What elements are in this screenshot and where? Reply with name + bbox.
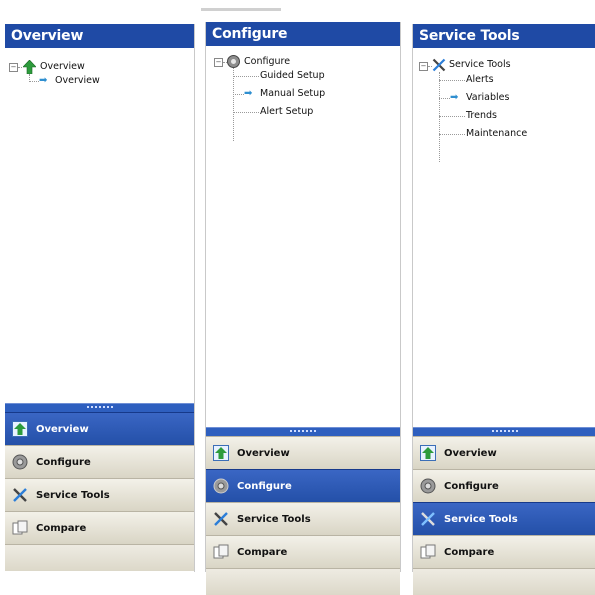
tree-connector	[439, 98, 450, 99]
nav-label: Overview	[237, 447, 290, 459]
nav-label: Service Tools	[237, 513, 311, 525]
tree-connector	[439, 116, 465, 117]
service-tools-icon	[11, 486, 29, 504]
nav-button-service-tools[interactable]: Service Tools	[206, 502, 400, 535]
nav-overflow-bar	[5, 544, 194, 571]
configure-icon	[419, 477, 437, 495]
nav-overflow-bar	[206, 568, 400, 595]
nav-label: Overview	[36, 423, 89, 435]
grip-icon	[491, 430, 518, 432]
tree-connector	[233, 94, 244, 95]
tree-item-alerts[interactable]: Alerts	[466, 74, 494, 86]
nav-label: Configure	[237, 480, 292, 492]
tree-connector	[29, 81, 39, 82]
nav-label: Configure	[36, 456, 91, 468]
tree-connector	[439, 72, 440, 162]
nav-label: Overview	[444, 447, 497, 459]
nav-button-overview[interactable]: Overview	[5, 412, 194, 445]
selected-arrow-icon: ➡	[39, 75, 48, 86]
nav-button-service-tools[interactable]: Service Tools	[5, 478, 194, 511]
collapse-toggle[interactable]: −	[214, 58, 223, 67]
tree-root-overview[interactable]: Overview	[40, 61, 85, 73]
splitter-handle[interactable]	[5, 403, 194, 412]
nav-button-overview[interactable]: Overview	[206, 436, 400, 469]
service-tools-icon	[212, 510, 230, 528]
nav-button-configure[interactable]: Configure	[206, 469, 400, 502]
tree-item-guided-setup[interactable]: Guided Setup	[260, 70, 325, 82]
panel-overview: Overview − Overview ➡ Overview Overview …	[5, 24, 195, 572]
nav-button-service-tools[interactable]: Service Tools	[413, 502, 595, 535]
navigation-tree: − Overview ➡ Overview	[5, 48, 194, 403]
tree-item-manual-setup[interactable]: Manual Setup	[260, 88, 325, 100]
navigation-tree: − Configure Guided Setup ➡ Manual Setup …	[206, 46, 400, 401]
tree-connector	[233, 68, 234, 141]
nav-button-configure[interactable]: Configure	[5, 445, 194, 478]
nav-label: Service Tools	[36, 489, 110, 501]
grip-icon	[290, 430, 316, 432]
tree-connector	[439, 80, 465, 81]
tree-connector	[233, 112, 259, 113]
overview-icon	[212, 444, 230, 462]
tree-root-service-tools[interactable]: Service Tools	[449, 59, 511, 71]
collapse-toggle[interactable]: −	[9, 63, 18, 72]
selected-arrow-icon: ➡	[450, 92, 459, 103]
panel-title: Configure	[206, 22, 400, 46]
configure-icon	[212, 477, 230, 495]
navigation-tree: − Service Tools Alerts ➡ Variables Trend…	[413, 48, 595, 403]
tree-root-configure[interactable]: Configure	[244, 56, 290, 68]
panel-title: Overview	[5, 24, 194, 48]
overview-icon	[11, 420, 29, 438]
panel-configure: Configure − Configure Guided Setup ➡ Man…	[205, 22, 401, 595]
tree-item-variables[interactable]: Variables	[466, 92, 509, 104]
service-tools-icon	[419, 510, 437, 528]
panel-title: Service Tools	[413, 24, 595, 48]
nav-label: Compare	[444, 546, 495, 558]
nav-label: Service Tools	[444, 513, 518, 525]
tree-item-trends[interactable]: Trends	[466, 110, 497, 122]
nav-button-configure[interactable]: Configure	[413, 469, 595, 502]
nav-button-compare[interactable]: Compare	[5, 511, 194, 544]
tree-connector	[18, 67, 22, 68]
compare-icon	[11, 519, 29, 537]
nav-label: Compare	[237, 546, 288, 558]
selected-arrow-icon: ➡	[244, 88, 253, 99]
tree-item-maintenance[interactable]: Maintenance	[466, 128, 527, 140]
grip-icon	[86, 406, 113, 408]
configure-icon	[11, 453, 29, 471]
window-top-strip	[201, 8, 281, 11]
nav-label: Configure	[444, 480, 499, 492]
collapse-toggle[interactable]: −	[419, 62, 428, 71]
tree-connector	[233, 76, 259, 77]
nav-button-compare[interactable]: Compare	[206, 535, 400, 568]
compare-icon	[212, 543, 230, 561]
compare-icon	[419, 543, 437, 561]
tree-connector	[439, 134, 465, 135]
nav-overflow-bar	[413, 568, 595, 595]
splitter-handle[interactable]	[206, 427, 400, 436]
nav-button-compare[interactable]: Compare	[413, 535, 595, 568]
overview-icon	[419, 444, 437, 462]
tree-item-alert-setup[interactable]: Alert Setup	[260, 106, 313, 118]
panel-service-tools: Service Tools − Service Tools Alerts ➡ V…	[412, 24, 595, 595]
splitter-handle[interactable]	[413, 427, 595, 436]
tree-item-overview[interactable]: Overview	[55, 75, 100, 87]
nav-button-overview[interactable]: Overview	[413, 436, 595, 469]
nav-label: Compare	[36, 522, 87, 534]
